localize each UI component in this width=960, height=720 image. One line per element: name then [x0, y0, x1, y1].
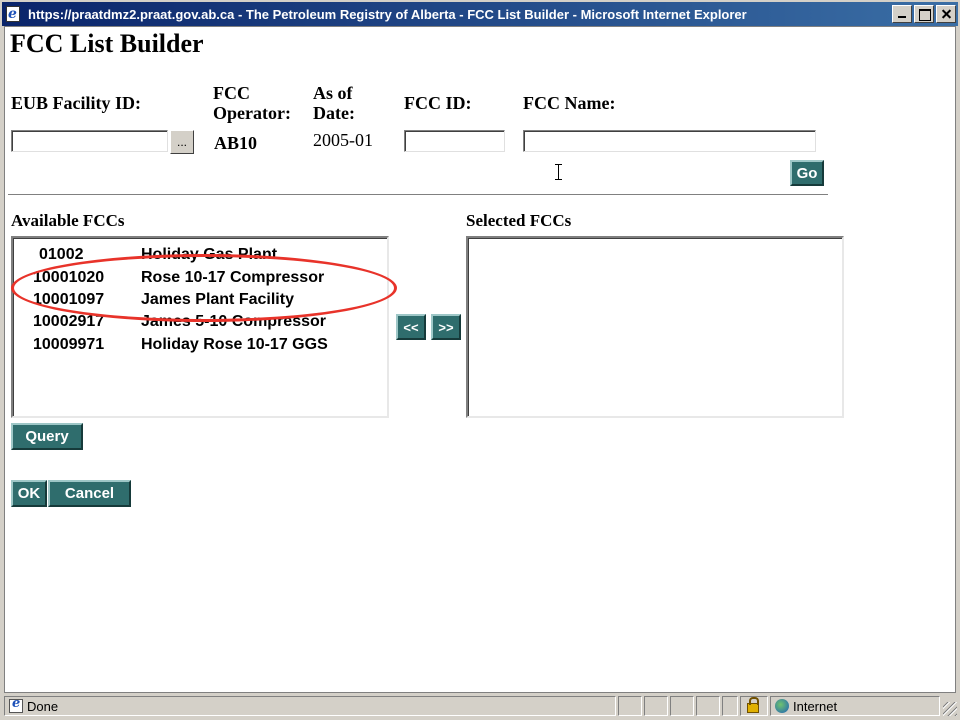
status-cell-3 — [670, 696, 694, 716]
window-title: https://praatdmz2.praat.gov.ab.ca - The … — [28, 6, 747, 22]
status-cell-1 — [618, 696, 642, 716]
page-title: FCC List Builder — [10, 29, 204, 58]
fcc-operator-label-line1: FCC — [213, 83, 250, 103]
fcc-operator-value: AB10 — [214, 133, 258, 153]
divider — [8, 194, 828, 196]
fcc-operator-label-line2: Operator: — [213, 103, 291, 123]
status-bar: Done Internet — [2, 695, 958, 717]
security-cell[interactable] — [740, 696, 768, 716]
text-cursor-icon — [555, 164, 562, 180]
go-button[interactable]: Go — [790, 160, 824, 186]
page-content: FCC List Builder EUB Facility ID: FCC Op… — [4, 26, 956, 693]
fcc-name-label: FCC Name: — [523, 93, 616, 113]
selected-fccs-list[interactable] — [466, 236, 844, 418]
eub-facility-id-label: EUB Facility ID: — [11, 93, 141, 113]
window-title-bar[interactable]: e https://praatdmz2.praat.gov.ab.ca - Th… — [2, 2, 958, 26]
status-cell-2 — [644, 696, 668, 716]
list-item[interactable]: 10002917 James 5-10 Compressor — [13, 313, 383, 335]
window-controls — [890, 5, 956, 23]
minimize-icon[interactable] — [892, 5, 912, 23]
available-fccs-list[interactable]: 01002 Holiday Gas Plant 10001020 Rose 10… — [11, 236, 389, 418]
as-of-date-label-line2: Date: — [313, 103, 355, 123]
zone-cell[interactable]: Internet — [770, 696, 940, 716]
query-button[interactable]: Query — [11, 423, 83, 450]
list-item[interactable]: 01002 Holiday Gas Plant — [13, 246, 383, 268]
internet-explorer-icon: e — [5, 5, 23, 23]
as-of-date-label-line1: As of — [313, 83, 353, 103]
remove-button[interactable]: << — [396, 314, 426, 340]
maximize-icon[interactable] — [914, 5, 934, 23]
status-cell-4 — [696, 696, 720, 716]
resize-grip-icon[interactable] — [943, 702, 957, 716]
as-of-date-label: As of Date: — [313, 83, 355, 123]
close-icon[interactable] — [936, 5, 956, 23]
globe-icon — [775, 699, 789, 713]
as-of-date-value: 2005-01 — [313, 130, 373, 150]
eub-facility-id-input[interactable] — [11, 130, 168, 152]
fcc-id-label: FCC ID: — [404, 93, 472, 113]
status-text-cell: Done — [4, 696, 616, 716]
zone-text: Internet — [793, 698, 838, 714]
status-text: Done — [27, 698, 59, 714]
page-done-icon — [9, 696, 23, 713]
browse-facility-button[interactable]: ... — [170, 130, 194, 154]
fcc-name-input[interactable] — [523, 130, 816, 152]
selected-fccs-label: Selected FCCs — [466, 211, 572, 230]
cancel-button[interactable]: Cancel — [48, 480, 131, 507]
fcc-id-input[interactable] — [404, 130, 505, 152]
ok-button[interactable]: OK — [11, 480, 47, 507]
lock-icon — [747, 697, 759, 713]
available-fccs-label: Available FCCs — [11, 211, 125, 230]
add-button[interactable]: >> — [431, 314, 461, 340]
list-item[interactable]: 10009971 Holiday Rose 10-17 GGS — [13, 336, 383, 358]
list-item[interactable]: 10001097 James Plant Facility — [13, 291, 383, 313]
status-cell-5 — [722, 696, 738, 716]
list-item[interactable]: 10001020 Rose 10-17 Compressor — [13, 269, 383, 291]
fcc-operator-label: FCC Operator: — [213, 83, 291, 123]
